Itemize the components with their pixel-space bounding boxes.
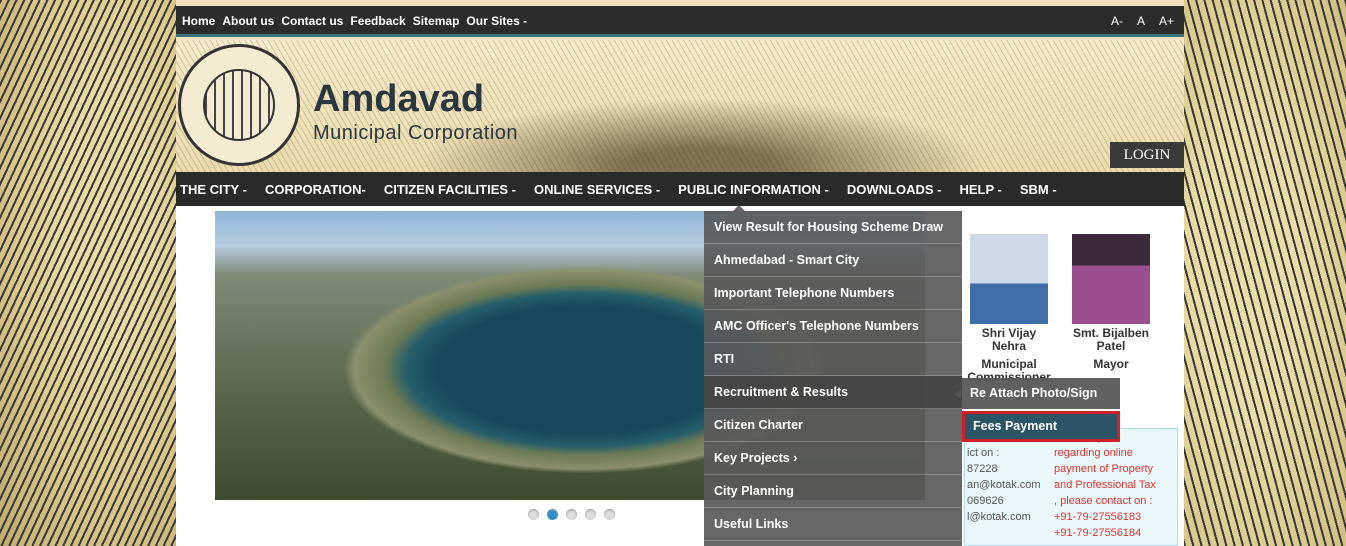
menu-item-housing-result[interactable]: View Result for Housing Scheme Draw	[704, 211, 962, 244]
amc-seal-logo[interactable]	[178, 44, 300, 166]
nav-sbm[interactable]: SBM -	[1011, 182, 1066, 197]
menu-item-key-projects[interactable]: Key Projects ›	[704, 442, 962, 475]
topnav-contact-link[interactable]: Contact us	[281, 14, 343, 28]
official-commissioner: Shri Vijay Nehra Municipal Commissioner	[966, 234, 1052, 384]
payment-info-box: ict on : 87228 an@kotak.com 069626 l@kot…	[964, 428, 1178, 546]
topnav-feedback-link[interactable]: Feedback	[350, 14, 405, 28]
site-header: Amdavad Municipal Corporation LOGIN	[176, 40, 1184, 172]
slider-dot-active[interactable]	[547, 509, 558, 520]
slider-dot[interactable]	[604, 509, 615, 520]
font-decrease-button[interactable]: A-	[1111, 14, 1123, 28]
menu-item-rti[interactable]: RTI	[704, 343, 962, 376]
main-nav: THE CITY - CORPORATION- CITIZEN FACILITI…	[176, 172, 1184, 206]
background-artwork-left	[0, 0, 176, 546]
nav-online-services[interactable]: ONLINE SERVICES -	[525, 182, 669, 197]
info-line: , please contact on :	[1054, 495, 1153, 507]
submenu-reattach-photo-sign[interactable]: Re Attach Photo/Sign	[962, 378, 1120, 409]
nav-the-city[interactable]: THE CITY -	[176, 182, 256, 197]
slider-dot[interactable]	[585, 509, 596, 520]
login-button[interactable]: LOGIN	[1110, 142, 1184, 168]
menu-item-city-planning[interactable]: City Planning	[704, 475, 962, 508]
info-line: 069626	[967, 495, 1004, 507]
info-email-link[interactable]: l@kotak.com	[967, 509, 1041, 525]
nav-citizen-facilities[interactable]: CITIZEN FACILITIES -	[375, 182, 525, 197]
font-size-controls: A- A A+	[1111, 14, 1174, 28]
commissioner-photo	[970, 234, 1048, 324]
nav-public-information[interactable]: PUBLIC INFORMATION -	[669, 182, 838, 197]
submenu-pointer-icon	[955, 389, 961, 399]
info-line: ict on :	[967, 447, 1000, 459]
menu-item-recruitment-results[interactable]: Recruitment & Results	[704, 376, 962, 409]
topnav-our-sites-link[interactable]: Our Sites -	[466, 14, 527, 28]
nav-downloads[interactable]: DOWNLOADS -	[838, 182, 951, 197]
info-line: payment of Property	[1054, 463, 1154, 475]
topnav-about-link[interactable]: About us	[222, 14, 274, 28]
font-increase-button[interactable]: A+	[1159, 14, 1174, 28]
recruitment-submenu: Re Attach Photo/Sign Fees Payment	[962, 378, 1120, 444]
info-phone: +91-79-27556183	[1054, 511, 1142, 523]
info-contact-left: ict on : 87228 an@kotak.com 069626 l@kot…	[967, 445, 1041, 525]
info-line: 87228	[967, 463, 998, 475]
menu-item-telephone-numbers[interactable]: Important Telephone Numbers	[704, 277, 962, 310]
slider-dot[interactable]	[528, 509, 539, 520]
topnav-home-link[interactable]: Home	[182, 14, 215, 28]
slider-pagination	[528, 509, 615, 520]
official-mayor: Smt. Bijalben Patel Mayor	[1066, 234, 1156, 371]
slider-dot[interactable]	[566, 509, 577, 520]
info-contact-right: ry regarding online payment of Property …	[1054, 429, 1156, 541]
menu-item-useful-links[interactable]: Useful Links	[704, 508, 962, 541]
info-email-link[interactable]: an@kotak.com	[967, 477, 1041, 493]
submenu-fees-payment[interactable]: Fees Payment	[962, 411, 1120, 442]
official-role: Mayor	[1093, 357, 1129, 371]
top-utility-bar: Home About us Contact us Feedback Sitema…	[176, 6, 1184, 37]
menu-item-smart-city[interactable]: Ahmedabad - Smart City	[704, 244, 962, 277]
official-name: Nehra	[991, 339, 1026, 353]
public-information-dropdown: View Result for Housing Scheme Draw Ahme…	[704, 211, 962, 546]
info-line: regarding online	[1054, 447, 1133, 459]
site-subtitle: Municipal Corporation	[313, 122, 519, 144]
seal-emblem-icon	[203, 69, 275, 141]
nav-corporation[interactable]: CORPORATION-	[256, 182, 375, 197]
official-name: Patel	[1096, 339, 1126, 353]
site-title: Amdavad	[313, 78, 485, 120]
nav-help[interactable]: HELP -	[950, 182, 1010, 197]
topnav-sitemap-link[interactable]: Sitemap	[413, 14, 460, 28]
top-nav: Home About us Contact us Feedback Sitema…	[182, 14, 527, 28]
menu-item-officer-telephone[interactable]: AMC Officer's Telephone Numbers	[704, 310, 962, 343]
font-reset-button[interactable]: A	[1137, 14, 1145, 28]
info-line: and Professional Tax	[1054, 479, 1156, 491]
menu-item-citizen-charter[interactable]: Citizen Charter	[704, 409, 962, 442]
mayor-photo	[1072, 234, 1150, 324]
info-phone: +91-79-27556184	[1054, 527, 1142, 539]
background-artwork-right	[1184, 0, 1346, 546]
